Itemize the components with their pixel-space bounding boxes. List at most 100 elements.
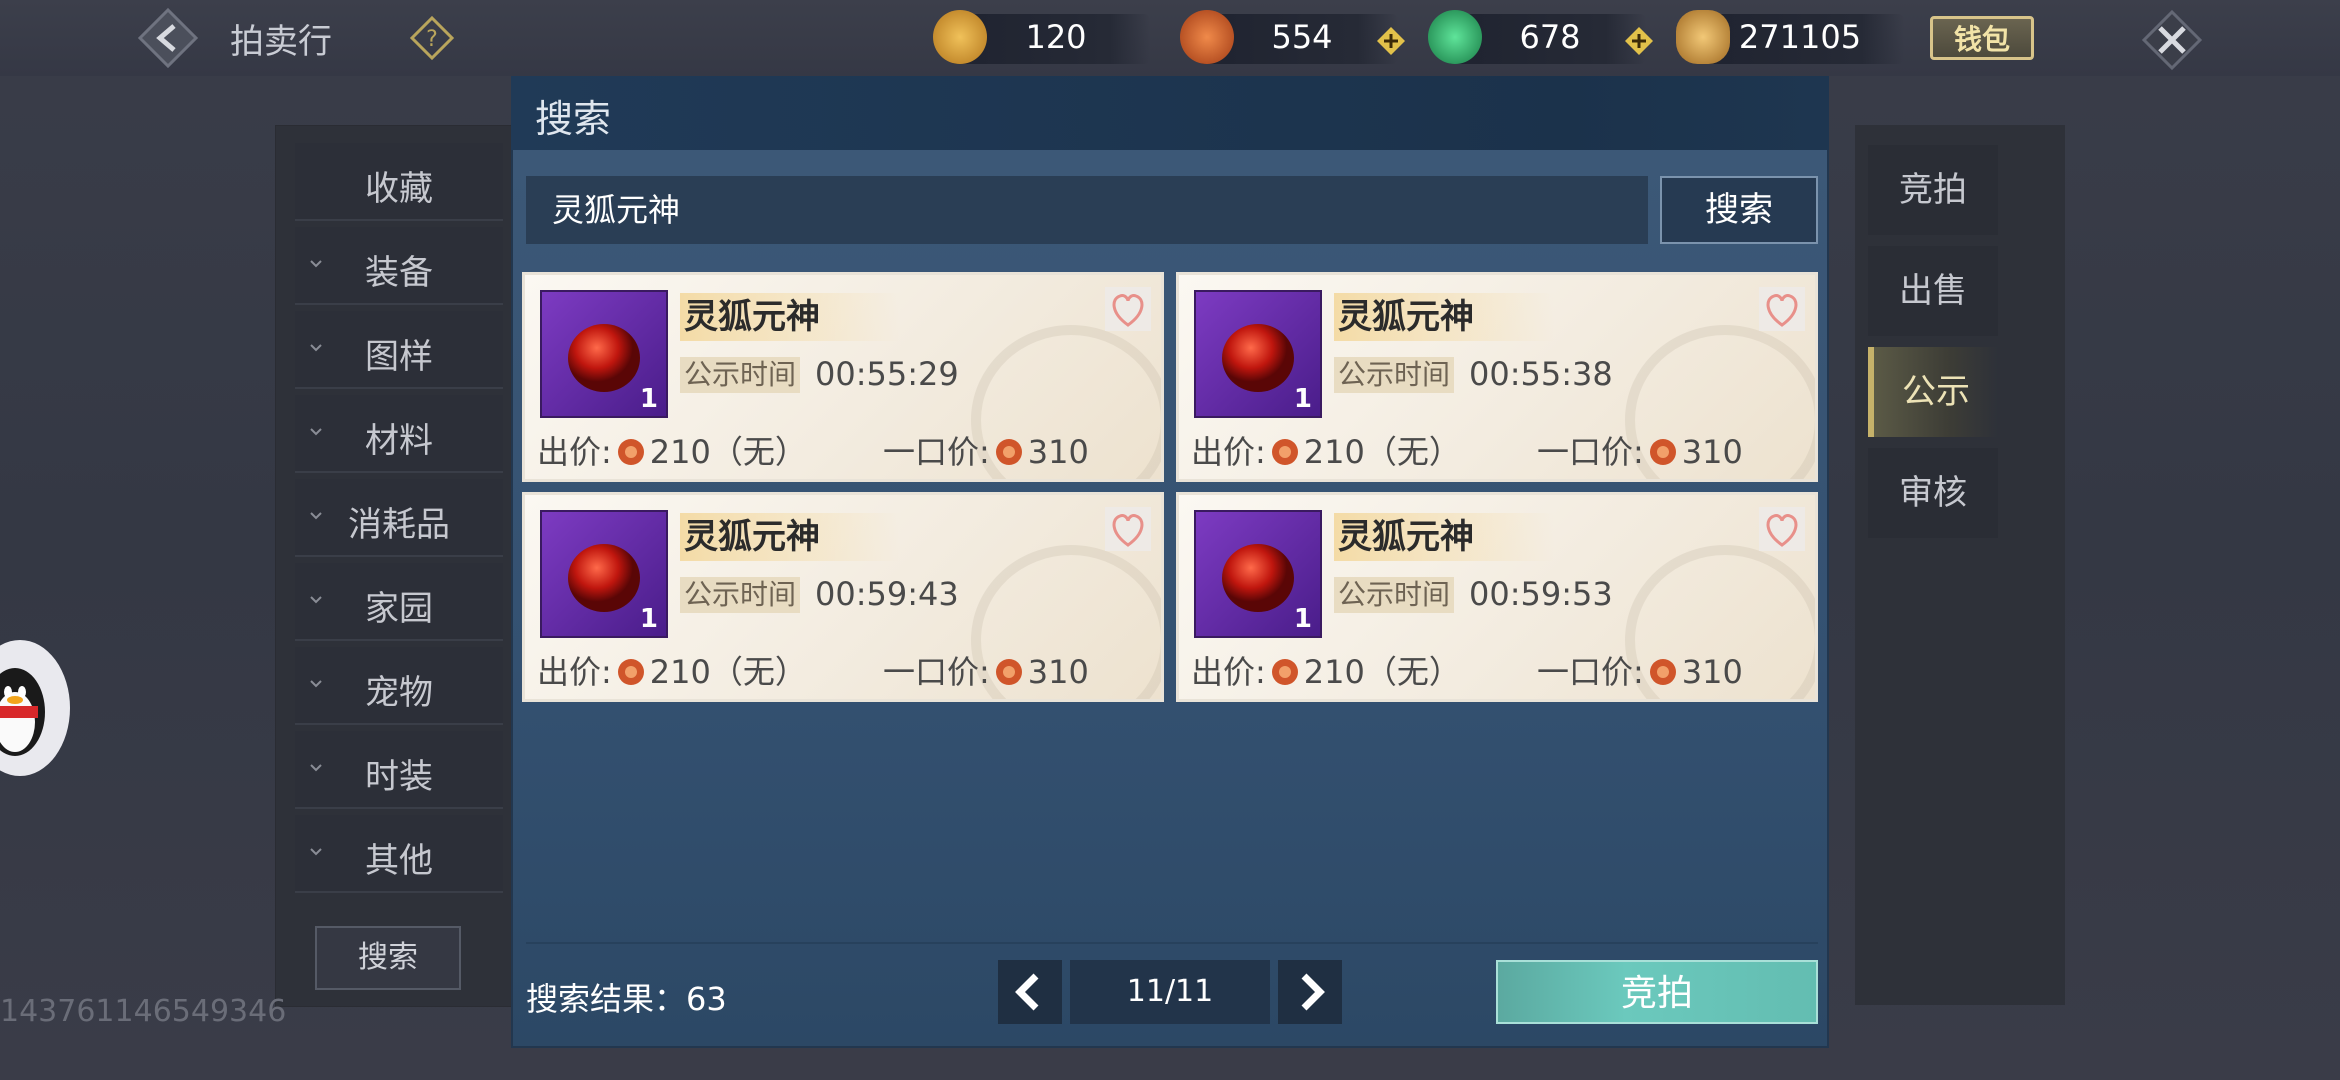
item-name: 灵狐元神 xyxy=(680,293,900,341)
add-currency-icon[interactable] xyxy=(1624,26,1654,56)
category-label: 装备 xyxy=(365,253,433,293)
currency-value: 120 xyxy=(1025,18,1087,56)
results-value: 63 xyxy=(686,980,727,1018)
bid-button[interactable]: 竞拍 xyxy=(1496,960,1818,1024)
buyout-price-row: 一口价: 310 xyxy=(1537,427,1743,473)
buyout-price-row: 一口价: 310 xyxy=(1537,647,1743,693)
dialog-header xyxy=(511,76,1829,150)
wallet-button[interactable]: 钱包 xyxy=(1930,16,2034,60)
favorite-heart-icon[interactable] xyxy=(1759,287,1805,331)
category-equipment[interactable]: 装备 xyxy=(295,227,503,305)
red-gem-icon xyxy=(568,324,640,392)
bid-price-row: 出价: 210（无） xyxy=(537,647,807,693)
tab-auction[interactable]: 竞拍 xyxy=(1868,145,1998,235)
tab-review[interactable]: 审核 xyxy=(1868,448,1998,538)
divider xyxy=(526,942,1818,944)
red-jade-coin-icon xyxy=(995,659,1022,685)
favorite-heart-icon[interactable] xyxy=(1105,507,1151,551)
next-page-button[interactable] xyxy=(1278,960,1342,1024)
item-card[interactable]: 1 灵狐元神 公示时间 00:59:43 出价: 210（无） 一口价: 310 xyxy=(522,492,1164,702)
category-favorites[interactable]: 收藏 xyxy=(295,143,503,221)
publicity-time-label: 公示时间 xyxy=(680,577,801,613)
category-pets[interactable]: 宠物 xyxy=(295,647,503,725)
search-input[interactable]: 灵狐元神 xyxy=(526,176,1648,244)
search-button[interactable]: 搜索 xyxy=(1660,176,1818,244)
item-name: 灵狐元神 xyxy=(1334,293,1554,341)
red-gem-icon xyxy=(568,544,640,612)
publicity-time-label: 公示时间 xyxy=(680,357,801,393)
item-thumbnail: 1 xyxy=(1194,510,1322,638)
item-thumbnail: 1 xyxy=(540,510,668,638)
dialog-title: 搜索 xyxy=(535,97,612,141)
item-card[interactable]: 1 灵狐元神 公示时间 00:59:53 出价: 210（无） 一口价: 310 xyxy=(1176,492,1818,702)
close-icon[interactable] xyxy=(2140,8,2204,72)
item-quantity: 1 xyxy=(1293,384,1312,414)
red-jade-coin-icon xyxy=(617,439,644,465)
back-icon[interactable] xyxy=(136,6,200,70)
item-quantity: 1 xyxy=(1293,604,1312,634)
publicity-time: 00:59:43 xyxy=(815,575,959,613)
category-label: 宠物 xyxy=(365,673,433,713)
currency-value: 678 xyxy=(1519,18,1581,56)
item-quantity: 1 xyxy=(639,384,658,414)
buyout-label: 一口价: xyxy=(883,433,990,471)
buyout-label: 一口价: xyxy=(1537,653,1644,691)
item-quantity: 1 xyxy=(639,604,658,634)
svg-text:?: ? xyxy=(426,27,438,52)
add-currency-icon[interactable] xyxy=(1376,26,1406,56)
category-label: 时装 xyxy=(365,757,433,797)
red-jade-coin-icon xyxy=(1271,439,1298,465)
left-search-button[interactable]: 搜索 xyxy=(315,926,461,990)
bid-value: 210（无） xyxy=(649,433,807,471)
qq-penguin-icon[interactable] xyxy=(0,640,70,776)
bid-price-row: 出价: 210（无） xyxy=(1191,427,1461,473)
publicity-time-label: 公示时间 xyxy=(1334,357,1455,393)
currency-value: 554 xyxy=(1271,18,1333,56)
category-home[interactable]: 家园 xyxy=(295,563,503,641)
bid-price-row: 出价: 210（无） xyxy=(1191,647,1461,693)
category-label: 材料 xyxy=(365,421,433,461)
buyout-price-row: 一口价: 310 xyxy=(883,647,1089,693)
item-card[interactable]: 1 灵狐元神 公示时间 00:55:38 出价: 210（无） 一口价: 310 xyxy=(1176,272,1818,482)
item-name: 灵狐元神 xyxy=(680,513,900,561)
favorite-heart-icon[interactable] xyxy=(1759,507,1805,551)
category-label: 图样 xyxy=(365,337,433,377)
buyout-label: 一口价: xyxy=(1537,433,1644,471)
red-jade-coin-icon xyxy=(617,659,644,685)
category-label: 消耗品 xyxy=(348,505,450,545)
category-other[interactable]: 其他 xyxy=(295,815,503,893)
item-card[interactable]: 1 灵狐元神 公示时间 00:55:29 出价: 210（无） 一口价: 310 xyxy=(522,272,1164,482)
category-materials[interactable]: 材料 xyxy=(295,395,503,473)
buyout-price-row: 一口价: 310 xyxy=(883,427,1089,473)
red-gem-icon xyxy=(1222,544,1294,612)
buyout-value: 310 xyxy=(1681,653,1743,691)
buyout-value: 310 xyxy=(1681,433,1743,471)
tab-publicity[interactable]: 公示 xyxy=(1868,347,1998,437)
publicity-time: 00:59:53 xyxy=(1469,575,1613,613)
bid-price-row: 出价: 210（无） xyxy=(537,427,807,473)
prev-page-button[interactable] xyxy=(998,960,1062,1024)
red-gem-icon xyxy=(1222,324,1294,392)
bid-label: 出价: xyxy=(537,653,612,691)
red-jade-coin-icon xyxy=(995,439,1022,465)
category-label: 其他 xyxy=(365,841,433,881)
category-patterns[interactable]: 图样 xyxy=(295,311,503,389)
tab-sell[interactable]: 出售 xyxy=(1868,246,1998,336)
red-jade-coin-icon xyxy=(1649,659,1676,685)
red-jade-coin-icon xyxy=(1271,659,1298,685)
category-fashion[interactable]: 时装 xyxy=(295,731,503,809)
publicity-time: 00:55:38 xyxy=(1469,355,1613,393)
results-label: 搜索结果： xyxy=(526,980,687,1018)
currency-value: 271105 xyxy=(1738,18,1862,56)
results-count: 搜索结果：63 xyxy=(526,974,727,1020)
category-label: 收藏 xyxy=(365,169,433,209)
bid-label: 出价: xyxy=(1191,433,1266,471)
user-id: 143761146549346 xyxy=(0,994,287,1029)
bid-value: 210（无） xyxy=(1303,653,1461,691)
item-thumbnail: 1 xyxy=(1194,290,1322,418)
item-name: 灵狐元神 xyxy=(1334,513,1554,561)
category-consumables[interactable]: 消耗品 xyxy=(295,479,503,557)
page-indicator: 11/11 xyxy=(1070,960,1270,1024)
favorite-heart-icon[interactable] xyxy=(1105,287,1151,331)
help-icon[interactable]: ? xyxy=(409,15,455,61)
